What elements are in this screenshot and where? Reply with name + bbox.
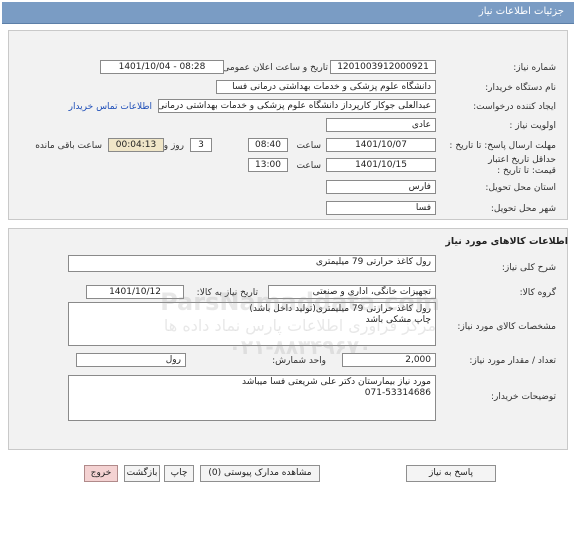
summary-field: رول کاغذ حرارتی 79 میلیمتری xyxy=(68,255,436,272)
requester-field: عبدالعلی جوکار کارپرداز دانشگاه علوم پزش… xyxy=(158,99,436,113)
specs-label: مشخصات کالای مورد نیاز: xyxy=(457,322,556,332)
watermark-line-1: ParsNamaddata.com xyxy=(160,288,440,316)
province-field: فارس xyxy=(326,180,436,194)
validity-time-label: ساعت xyxy=(296,161,322,171)
page-title: جزئیات اطلاعات نیاز xyxy=(478,6,564,17)
send-time-field: 08:40 xyxy=(248,138,288,152)
attachments-button[interactable]: مشاهده مدارک پیوستی (0) xyxy=(200,465,320,482)
remaining-label: ساعت باقی مانده xyxy=(35,141,102,151)
send-time-label: ساعت xyxy=(296,141,322,151)
remaining-time-field: 00:04:13 xyxy=(108,138,164,152)
days-field: 3 xyxy=(190,138,212,152)
exit-button[interactable]: خروج xyxy=(84,465,118,482)
contact-buyer-link[interactable]: اطلاعات تماس خریدار xyxy=(69,102,152,112)
goods-section-title: اطلاعات کالاهای مورد نیاز xyxy=(445,236,568,247)
buyer-org-field: دانشگاه علوم پزشکی و خدمات بهداشتی درمان… xyxy=(216,80,436,94)
validity-label-2: قیمت: تا تاریخ : xyxy=(497,166,556,176)
back-button[interactable]: بازگشت xyxy=(124,465,160,482)
announce-label: تاریخ و ساعت اعلان عمومی: xyxy=(219,63,328,73)
quantity-label: تعداد / مقدار مورد نیاز: xyxy=(469,356,556,366)
send-date-field: 1401/10/07 xyxy=(326,138,436,152)
watermark-line-3: ۰۲۱-۸۸۳۴۹۶۷۰ xyxy=(228,335,372,359)
requester-label: ایجاد کننده درخواست: xyxy=(473,102,556,112)
validity-time-field: 13:00 xyxy=(248,158,288,172)
validity-date-field: 1401/10/15 xyxy=(326,158,436,172)
watermark: ParsNamaddata.com مرکز فراوری اطلاعات پا… xyxy=(150,288,450,398)
validity-label-1: حداقل تاریخ اعتبار xyxy=(488,155,556,165)
buyer-org-label: نام دستگاه خریدار: xyxy=(485,83,556,93)
announce-field: 1401/10/04 - 08:28 xyxy=(100,60,224,74)
print-button[interactable]: چاپ xyxy=(164,465,194,482)
province-label: استان محل تحویل: xyxy=(485,183,556,193)
need-info-panel xyxy=(8,30,568,220)
days-label: روز و xyxy=(163,141,184,151)
page-header: جزئیات اطلاعات نیاز xyxy=(2,2,574,24)
priority-label: اولویت نیاز : xyxy=(509,121,556,131)
reply-button[interactable]: پاسخ به نیاز xyxy=(406,465,496,482)
notes-label: توضیحات خریدار: xyxy=(490,392,556,402)
priority-field: عادی xyxy=(326,118,436,132)
need-number-label: شماره نیاز: xyxy=(513,63,556,73)
send-deadline-label: مهلت ارسال پاسخ: تا تاریخ : xyxy=(449,141,556,151)
watermark-line-2: مرکز فراوری اطلاعات پارس نماد داده ها xyxy=(163,316,437,335)
group-label: گروه کالا: xyxy=(519,288,556,298)
need-number-field: 1201003912000921 xyxy=(330,60,436,74)
city-label: شهر محل تحویل: xyxy=(490,204,556,214)
city-field: فسا xyxy=(326,201,436,215)
summary-label: شرح کلی نیاز: xyxy=(501,263,556,273)
